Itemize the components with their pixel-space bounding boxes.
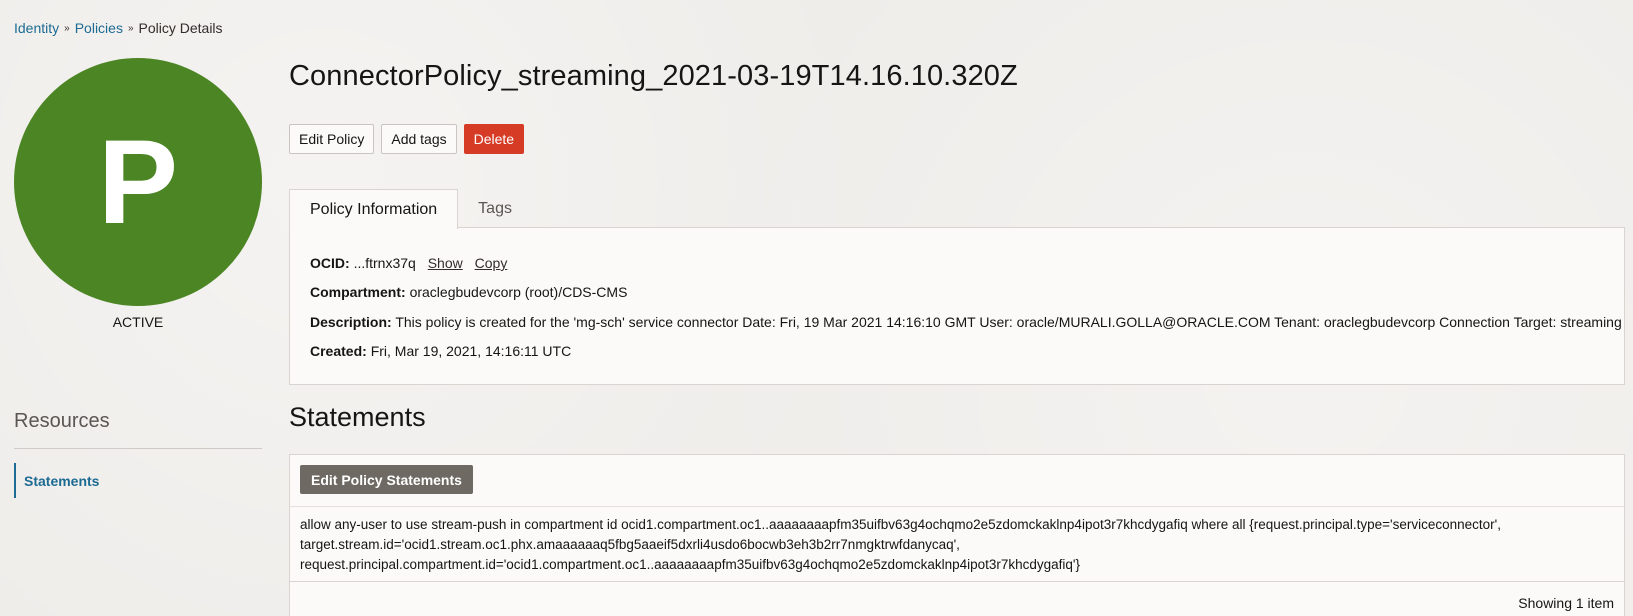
resources-item-statements[interactable]: Statements bbox=[14, 463, 214, 498]
chevron-right-icon: » bbox=[64, 22, 70, 34]
statements-panel: Edit Policy Statements allow any-user to… bbox=[289, 454, 1625, 616]
showing-count: Showing 1 item bbox=[1518, 595, 1614, 611]
chevron-right-icon: » bbox=[127, 22, 134, 34]
created-row: Created: Fri, Mar 19, 2021, 14:16:11 UTC bbox=[310, 343, 571, 359]
statement-line: allow any-user to use stream-push in com… bbox=[300, 517, 1501, 532]
created-value: Fri, Mar 19, 2021, 14:16:11 UTC bbox=[370, 343, 572, 359]
statement-line: target.stream.id='ocid1.stream.oc1.phx.a… bbox=[300, 537, 960, 552]
delete-button[interactable]: Delete bbox=[463, 124, 525, 154]
statements-divider bbox=[290, 506, 1624, 507]
compartment-row: Compartment: oraclegbudevcorp (root)/CDS… bbox=[310, 284, 627, 300]
avatar-letter: P bbox=[97, 115, 179, 249]
breadcrumb-current: Policy Details bbox=[138, 20, 223, 36]
statement-text: allow any-user to use stream-push in com… bbox=[300, 515, 1610, 575]
tab-bar: Policy Information Tags bbox=[289, 189, 532, 229]
created-label: Created: bbox=[310, 343, 367, 359]
status-label: ACTIVE bbox=[112, 314, 164, 330]
ocid-copy-link[interactable]: Copy bbox=[475, 255, 508, 271]
tab-policy-information[interactable]: Policy Information bbox=[289, 189, 459, 229]
description-value: This policy is created for the 'mg-sch' … bbox=[395, 314, 1622, 330]
ocid-row: OCID: ...ftrnx37q Show Copy bbox=[310, 255, 507, 271]
statement-line: request.principal.compartment.id='ocid1.… bbox=[300, 557, 1081, 572]
ocid-show-link[interactable]: Show bbox=[428, 255, 463, 271]
ocid-label: OCID: bbox=[310, 255, 350, 271]
statements-heading: Statements bbox=[289, 402, 426, 432]
resources-heading: Resources bbox=[14, 410, 110, 432]
breadcrumb: Identity » Policies » Policy Details bbox=[14, 20, 223, 36]
policy-information-panel: OCID: ...ftrnx37q Show Copy Compartment:… bbox=[289, 227, 1625, 385]
compartment-label: Compartment: bbox=[310, 284, 406, 300]
tab-tags[interactable]: Tags bbox=[458, 189, 532, 228]
edit-policy-statements-button[interactable]: Edit Policy Statements bbox=[300, 465, 473, 494]
description-row: Description: This policy is created for … bbox=[310, 314, 1622, 330]
add-tags-button[interactable]: Add tags bbox=[381, 124, 457, 154]
compartment-value: oraclegbudevcorp (root)/CDS-CMS bbox=[409, 284, 628, 300]
policy-avatar: P bbox=[14, 58, 262, 306]
description-label: Description: bbox=[310, 314, 392, 330]
ocid-value: ...ftrnx37q bbox=[353, 255, 416, 271]
action-toolbar: Edit Policy Add tags Delete bbox=[289, 124, 525, 154]
page-title: ConnectorPolicy_streaming_2021-03-19T14.… bbox=[289, 60, 1018, 92]
resources-divider bbox=[14, 448, 262, 449]
breadcrumb-policies-link[interactable]: Policies bbox=[75, 20, 123, 36]
edit-policy-button[interactable]: Edit Policy bbox=[289, 124, 375, 154]
statements-footer-divider bbox=[290, 581, 1624, 582]
breadcrumb-identity-link[interactable]: Identity bbox=[14, 20, 59, 36]
